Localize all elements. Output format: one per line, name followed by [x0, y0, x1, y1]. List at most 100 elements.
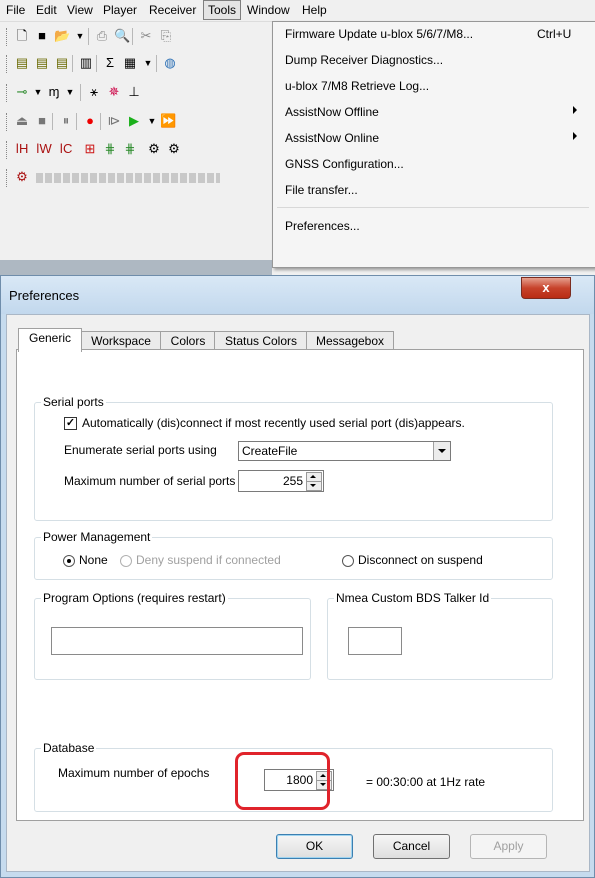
doc-c-icon[interactable]: ▤	[54, 55, 70, 71]
gear-a-icon[interactable]: ⚙	[146, 141, 162, 157]
message-c-icon[interactable]: ǀC	[58, 141, 74, 157]
cancel-button[interactable]: Cancel	[373, 834, 450, 859]
radio-dot	[67, 559, 71, 563]
toolbar-status: ⚙	[6, 165, 272, 191]
toolbar-grip[interactable]	[6, 84, 9, 102]
poll-icon[interactable]: ⊞	[82, 141, 98, 157]
config-b-icon[interactable]: ⋕	[122, 141, 138, 157]
tools-menu: Firmware Update u-blox 5/6/7/M8... Ctrl+…	[272, 21, 595, 268]
power-none-label: None	[79, 553, 108, 567]
eject-icon[interactable]: ⏏	[14, 113, 30, 129]
group-title: Database	[41, 741, 97, 755]
tab-generic[interactable]: Generic	[18, 328, 82, 352]
config-a-icon[interactable]: ⋕	[102, 141, 118, 157]
stop-icon[interactable]: ■	[34, 113, 50, 129]
menu-player[interactable]: Player	[103, 3, 137, 17]
power-deny-suspend-radio[interactable]	[120, 555, 132, 567]
menu-window[interactable]: Window	[247, 3, 290, 17]
menu-separator	[277, 207, 589, 208]
chevron-down-icon[interactable]: ▼	[30, 84, 46, 100]
toolbar-grip[interactable]	[6, 28, 9, 46]
satellite-icon[interactable]: ⚹	[86, 84, 102, 100]
menu-item-label: AssistNow Offline	[285, 105, 379, 119]
apply-button[interactable]: Apply	[470, 834, 547, 859]
toolbar-separator	[52, 113, 53, 130]
compass-icon[interactable]: ✵	[106, 84, 122, 100]
baud-icon[interactable]: ɱ	[46, 84, 62, 100]
connect-icon[interactable]: ⊸	[14, 84, 30, 100]
record-icon[interactable]: ●	[82, 113, 98, 129]
status-icon[interactable]: ⚙	[14, 169, 30, 185]
toolbar-grip[interactable]	[6, 141, 9, 159]
dialog-title: Preferences	[9, 288, 80, 303]
ok-button[interactable]: OK	[276, 834, 353, 859]
toolbar-grip[interactable]	[6, 113, 9, 131]
cut-icon[interactable]: ✂	[138, 28, 154, 44]
toolbar-separator	[132, 28, 133, 45]
message-w-icon[interactable]: ǀW	[36, 141, 52, 157]
table-icon[interactable]: ▦	[122, 55, 138, 71]
program-options-input[interactable]	[51, 627, 303, 655]
menu-tools[interactable]: Tools	[203, 0, 242, 20]
menu-item-firmware-update[interactable]: Firmware Update u-blox 5/6/7/M8... Ctrl+…	[273, 22, 595, 48]
power-none-radio[interactable]	[63, 555, 75, 567]
chevron-down-icon[interactable]: ▼	[140, 55, 156, 71]
auto-connect-checkbox[interactable]: ✓	[64, 417, 77, 430]
play-icon[interactable]: ▶	[126, 113, 142, 129]
chevron-down-icon[interactable]	[433, 442, 450, 460]
nmea-talker-id-input[interactable]	[348, 627, 402, 655]
print-preview-icon[interactable]: 🔍	[114, 28, 130, 44]
chevron-down-icon[interactable]: ▼	[62, 84, 78, 100]
menu-item-label: u-blox 7/M8 Retrieve Log...	[285, 79, 430, 93]
menu-item-dump-diagnostics[interactable]: Dump Receiver Diagnostics...	[273, 48, 595, 74]
power-disconnect-radio[interactable]	[342, 555, 354, 567]
preferences-dialog: Preferences x Generic Workspace Colors S…	[0, 275, 595, 878]
spin-down-icon[interactable]	[306, 481, 322, 491]
enumerate-select[interactable]: CreateFile	[238, 441, 451, 461]
copy-icon[interactable]: ⎘	[158, 28, 174, 44]
toolbar-view: ▤ ▤ ▤ ▥ Σ ▦ ▼ ◍	[6, 51, 272, 77]
menu-item-preferences[interactable]: Preferences...	[273, 214, 595, 240]
menu-item-assistnow-offline[interactable]: AssistNow Offline	[273, 100, 595, 126]
tab-status-colors[interactable]: Status Colors	[214, 331, 308, 351]
menu-receiver[interactable]: Receiver	[149, 3, 196, 17]
menu-help[interactable]: Help	[302, 3, 327, 17]
tab-workspace[interactable]: Workspace	[80, 331, 162, 351]
menu-item-assistnow-online[interactable]: AssistNow Online	[273, 126, 595, 152]
close-button[interactable]: x	[521, 277, 571, 299]
menu-item-file-transfer[interactable]: File transfer...	[273, 178, 595, 204]
dialog-titlebar[interactable]: Preferences x	[1, 276, 594, 314]
open-icon[interactable]: 📂	[54, 28, 70, 44]
menu-item-retrieve-log[interactable]: u-blox 7/M8 Retrieve Log...	[273, 74, 595, 100]
doc-b-icon[interactable]: ▤	[34, 55, 50, 71]
menu-item-label: AssistNow Online	[285, 131, 380, 145]
step-icon[interactable]: ⧐	[106, 113, 122, 129]
power-disconnect-label: Disconnect on suspend	[358, 553, 483, 567]
print-icon[interactable]: ⎙	[94, 28, 110, 44]
tab-messagebox[interactable]: Messagebox	[306, 331, 394, 351]
message-h-icon[interactable]: ǀH	[14, 141, 30, 157]
toolbar-grip[interactable]	[6, 169, 9, 187]
pause-icon[interactable]: ⏸	[58, 113, 74, 129]
menu-item-gnss-configuration[interactable]: GNSS Configuration...	[273, 152, 595, 178]
new-icon[interactable]: 🗋	[14, 28, 30, 44]
view-icon[interactable]: ▥	[78, 55, 94, 71]
toolbar-grip[interactable]	[6, 55, 9, 73]
menu-file[interactable]: File	[6, 3, 25, 17]
menu-item-label: Dump Receiver Diagnostics...	[285, 53, 444, 67]
sum-icon[interactable]: Σ	[102, 55, 118, 71]
doc-a-icon[interactable]: ▤	[14, 55, 30, 71]
antenna-icon[interactable]: ⊥	[126, 84, 142, 100]
save-icon[interactable]: ■	[34, 28, 50, 44]
gear-b-icon[interactable]: ⚙	[166, 141, 182, 157]
chevron-down-icon[interactable]: ▼	[144, 113, 160, 129]
forward-icon[interactable]: ⏩	[160, 113, 176, 129]
tab-colors[interactable]: Colors	[160, 331, 216, 351]
dialog-body: Generic Workspace Colors Status Colors M…	[6, 314, 590, 872]
toolbar-separator	[156, 55, 157, 72]
globe-icon[interactable]: ◍	[162, 55, 178, 71]
max-ports-stepper[interactable]: 255	[238, 470, 324, 492]
chevron-down-icon[interactable]: ▼	[72, 28, 88, 44]
menu-edit[interactable]: Edit	[36, 3, 57, 17]
menu-view[interactable]: View	[67, 3, 93, 17]
